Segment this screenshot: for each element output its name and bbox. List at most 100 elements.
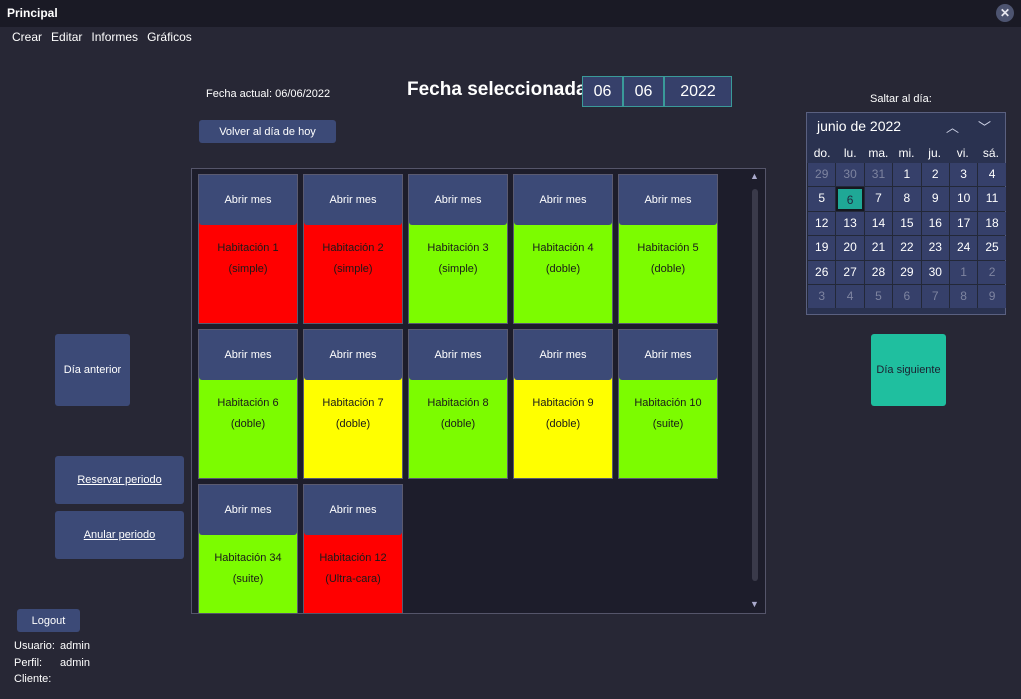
calendar-day[interactable]: 2 <box>921 163 949 187</box>
logout-button[interactable]: Logout <box>17 609 80 632</box>
menu-informes[interactable]: Informes <box>91 27 138 47</box>
calendar-day[interactable]: 9 <box>921 187 949 211</box>
calendar-day[interactable]: 5 <box>864 284 893 309</box>
calendar-day[interactable]: 4 <box>978 163 1006 187</box>
scroll-up-icon[interactable]: ▲ <box>750 171 759 181</box>
calendar-day[interactable]: 5 <box>808 187 836 211</box>
room-card[interactable]: Abrir mes Habitación 5 (doble) <box>618 174 718 324</box>
client-label: Cliente: <box>14 673 52 685</box>
scroll-down-icon[interactable]: ▼ <box>750 599 759 609</box>
calendar-day[interactable]: 18 <box>978 211 1006 236</box>
open-month-button[interactable]: Abrir mes <box>199 485 297 535</box>
menu-editar[interactable]: Editar <box>51 27 82 47</box>
calendar-day[interactable]: 29 <box>808 163 836 187</box>
back-to-today-button[interactable]: Volver al día de hoy <box>199 120 336 143</box>
weekday-label: lu. <box>843 146 857 160</box>
client-row: Cliente: <box>14 673 60 685</box>
rooms-panel: ▲ ▼ Abrir mes Habitación 1 (simple) Abrir m… <box>191 168 766 614</box>
calendar-day[interactable]: 7 <box>921 284 949 309</box>
room-type: (doble) <box>440 418 476 430</box>
room-card[interactable]: Abrir mes Habitación 7 (doble) <box>303 329 403 479</box>
calendar-day[interactable]: 30 <box>836 163 864 187</box>
room-card[interactable]: Abrir mes Habitación 10 (suite) <box>618 329 718 479</box>
open-month-button[interactable]: Abrir mes <box>619 330 717 380</box>
room-card[interactable]: Abrir mes Habitación 4 (doble) <box>513 174 613 324</box>
open-month-button[interactable]: Abrir mes <box>304 330 402 380</box>
room-type: (doble) <box>545 418 581 430</box>
room-name: Habitación 12 <box>319 552 387 564</box>
calendar-day[interactable]: 8 <box>949 284 978 309</box>
next-day-button[interactable]: Día siguiente <box>871 334 946 406</box>
chevron-up-icon[interactable]: ︿ <box>946 117 959 136</box>
calendar-day[interactable]: 6 <box>836 187 864 211</box>
calendar-day[interactable]: 24 <box>949 236 978 260</box>
calendar-day[interactable]: 7 <box>864 187 893 211</box>
room-name: Habitación 6 <box>217 397 279 409</box>
previous-day-button[interactable]: Día anterior <box>55 334 130 406</box>
calendar-day[interactable]: 19 <box>808 236 836 260</box>
open-month-button[interactable]: Abrir mes <box>304 485 402 535</box>
open-month-button[interactable]: Abrir mes <box>199 175 297 225</box>
calendar-day[interactable]: 4 <box>836 284 864 309</box>
calendar-header: junio de 2022 ︿ ﹀ <box>807 113 1005 139</box>
calendar-day[interactable]: 30 <box>921 260 949 284</box>
open-month-button[interactable]: Abrir mes <box>199 330 297 380</box>
calendar-day[interactable]: 20 <box>836 236 864 260</box>
room-type: (Ultra-cara) <box>325 573 381 585</box>
calendar-day[interactable]: 23 <box>921 236 949 260</box>
room-card[interactable]: Abrir mes Habitación 12 (Ultra-cara) <box>303 484 403 613</box>
open-month-button[interactable]: Abrir mes <box>619 175 717 225</box>
room-card[interactable]: Abrir mes Habitación 9 (doble) <box>513 329 613 479</box>
calendar-day[interactable]: 12 <box>808 211 836 236</box>
calendar-day[interactable]: 13 <box>836 211 864 236</box>
open-month-button[interactable]: Abrir mes <box>304 175 402 225</box>
calendar-day[interactable]: 16 <box>921 211 949 236</box>
room-type: (simple) <box>228 263 268 275</box>
room-card[interactable]: Abrir mes Habitación 6 (doble) <box>198 329 298 479</box>
calendar-day[interactable]: 21 <box>864 236 893 260</box>
calendar-day[interactable]: 11 <box>978 187 1006 211</box>
close-icon[interactable]: ✕ <box>996 4 1014 22</box>
calendar-day[interactable]: 1 <box>949 260 978 284</box>
calendar-day[interactable]: 8 <box>893 187 921 211</box>
reserve-period-button[interactable]: Reservar periodo <box>55 456 184 504</box>
calendar-day[interactable]: 28 <box>864 260 893 284</box>
calendar-day[interactable]: 9 <box>978 284 1006 309</box>
selected-date-label: Fecha seleccionada: <box>407 79 593 100</box>
calendar-day[interactable]: 10 <box>949 187 978 211</box>
open-month-button[interactable]: Abrir mes <box>514 175 612 225</box>
calendar-day[interactable]: 17 <box>949 211 978 236</box>
calendar-day[interactable]: 6 <box>893 284 921 309</box>
open-month-button[interactable]: Abrir mes <box>409 175 507 225</box>
calendar-day[interactable]: 3 <box>949 163 978 187</box>
profile-value: admin <box>60 657 90 669</box>
calendar-day[interactable]: 22 <box>893 236 921 260</box>
calendar-day[interactable]: 1 <box>893 163 921 187</box>
calendar-day[interactable]: 31 <box>864 163 893 187</box>
calendar-day[interactable]: 2 <box>978 260 1006 284</box>
chevron-down-icon[interactable]: ﹀ <box>978 117 991 136</box>
calendar-day[interactable]: 29 <box>893 260 921 284</box>
room-card[interactable]: Abrir mes Habitación 8 (doble) <box>408 329 508 479</box>
calendar-day[interactable]: 14 <box>864 211 893 236</box>
calendar-day[interactable]: 3 <box>808 284 836 309</box>
menu-graficos[interactable]: Gráficos <box>147 27 192 47</box>
room-name: Habitación 8 <box>427 397 489 409</box>
room-card[interactable]: Abrir mes Habitación 3 (simple) <box>408 174 508 324</box>
room-card[interactable]: Abrir mes Habitación 1 (simple) <box>198 174 298 324</box>
profile-row: Perfil: admin <box>14 657 90 669</box>
open-month-button[interactable]: Abrir mes <box>514 330 612 380</box>
room-card[interactable]: Abrir mes Habitación 2 (simple) <box>303 174 403 324</box>
calendar-day[interactable]: 26 <box>808 260 836 284</box>
calendar-day[interactable]: 27 <box>836 260 864 284</box>
open-month-button[interactable]: Abrir mes <box>409 330 507 380</box>
calendar-day[interactable]: 25 <box>978 236 1006 260</box>
day-field[interactable]: 06 <box>582 76 623 107</box>
scrollbar[interactable] <box>752 189 758 581</box>
menu-crear[interactable]: Crear <box>12 27 42 47</box>
room-card[interactable]: Abrir mes Habitación 34 (suite) <box>198 484 298 613</box>
cancel-period-button[interactable]: Anular periodo <box>55 511 184 559</box>
calendar-day[interactable]: 15 <box>893 211 921 236</box>
year-field[interactable]: 2022 <box>664 76 732 107</box>
month-field[interactable]: 06 <box>623 76 664 107</box>
